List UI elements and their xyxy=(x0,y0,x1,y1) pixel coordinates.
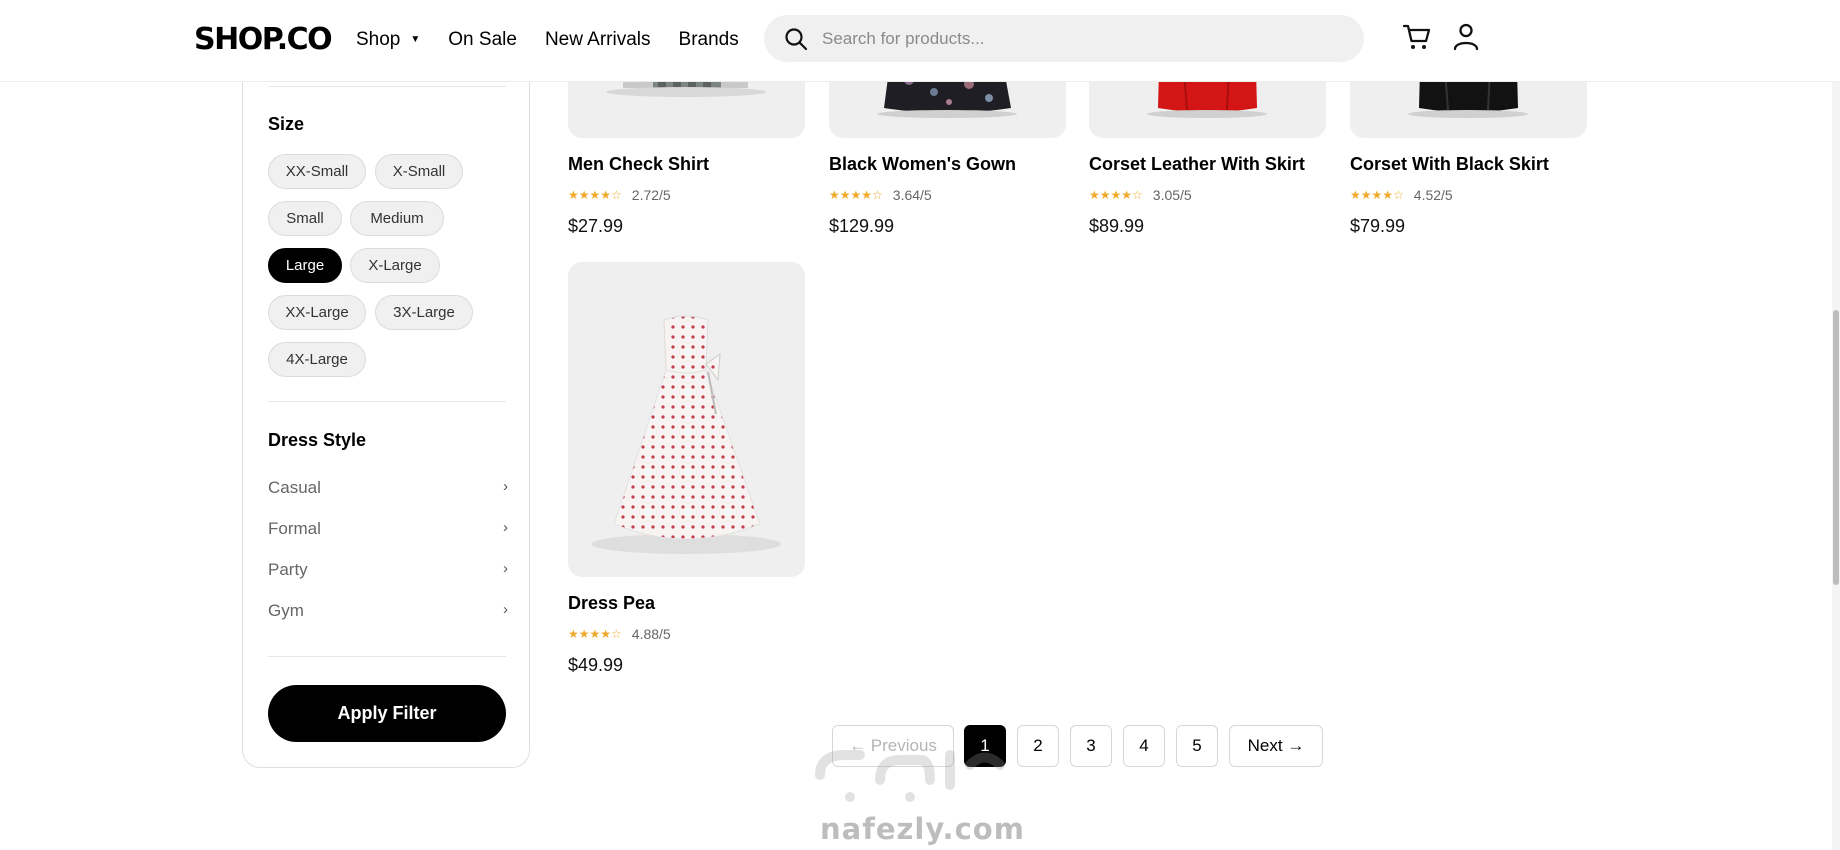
nav-shop-label: Shop xyxy=(356,29,401,50)
size-chip-x-small[interactable]: X-Small xyxy=(375,154,463,189)
size-chip-3x-large[interactable]: 3X-Large xyxy=(375,295,473,330)
divider xyxy=(268,656,506,657)
pagination-page-3[interactable]: 3 xyxy=(1070,725,1112,767)
search-icon xyxy=(785,27,808,50)
chevron-right-icon: › xyxy=(503,478,508,495)
size-chip-small[interactable]: Small xyxy=(268,201,342,236)
dress-style-party[interactable]: Party › xyxy=(268,560,508,580)
dress-style-formal[interactable]: Formal › xyxy=(268,519,508,539)
size-section-title: Size xyxy=(268,114,305,134)
product-name[interactable]: Men Check Shirt xyxy=(568,154,709,175)
pagination-next-button[interactable]: Next → xyxy=(1229,725,1323,767)
size-chip-x-large[interactable]: X-Large xyxy=(350,248,440,283)
product-name[interactable]: Corset With Black Skirt xyxy=(1350,154,1549,175)
logo[interactable]: SHOP.CO xyxy=(194,22,333,58)
product-rating: ★★★★☆ 3.05/5 xyxy=(1089,187,1192,203)
rating-value: 3.64/5 xyxy=(892,187,932,203)
star-rating-icon: ★★★★☆ xyxy=(829,188,883,202)
dress-style-casual[interactable]: Casual › xyxy=(268,478,508,498)
cart-icon[interactable] xyxy=(1402,22,1432,52)
product-price: $49.99 xyxy=(568,655,624,675)
apply-filter-button[interactable]: Apply Filter xyxy=(268,685,506,742)
product-image-dress-pea[interactable] xyxy=(568,262,805,577)
product-rating: ★★★★☆ 4.52/5 xyxy=(1350,187,1453,203)
size-chip-xx-large[interactable]: XX-Large xyxy=(268,295,366,330)
product-rating: ★★★★☆ 2.72/5 xyxy=(568,187,671,203)
pagination-page-4[interactable]: 4 xyxy=(1123,725,1165,767)
rating-value: 4.52/5 xyxy=(1413,187,1453,203)
product-rating: ★★★★☆ 4.88/5 xyxy=(568,626,671,642)
divider xyxy=(268,86,506,87)
pagination-page-2[interactable]: 2 xyxy=(1017,725,1059,767)
star-rating-icon: ★★★★☆ xyxy=(568,188,622,202)
chevron-right-icon: › xyxy=(503,601,508,618)
caret-down-icon: ▼ xyxy=(410,34,421,45)
rating-value: 2.72/5 xyxy=(631,187,671,203)
nav-new-arrivals-label: New Arrivals xyxy=(544,29,651,50)
nav-new-arrivals[interactable]: New Arrivals xyxy=(545,28,651,52)
watermark-text: nafezly.com xyxy=(820,812,1025,846)
main-nav: Shop ▼ On Sale New Arrivals Brands xyxy=(356,28,767,52)
star-rating-icon: ★★★★☆ xyxy=(1089,188,1143,202)
pagination-page-5[interactable]: 5 xyxy=(1176,725,1218,767)
dress-style-label: Gym xyxy=(268,601,304,620)
dress-style-label: Party xyxy=(268,560,308,579)
page-scrollbar-thumb[interactable] xyxy=(1833,310,1839,585)
dress-style-label: Formal xyxy=(268,519,321,538)
product-price: $89.99 xyxy=(1089,216,1145,236)
chevron-right-icon: › xyxy=(503,519,508,536)
nav-brands[interactable]: Brands xyxy=(679,28,739,52)
size-chip-medium[interactable]: Medium xyxy=(350,201,444,236)
pagination-page-1[interactable]: 1 xyxy=(964,725,1006,767)
user-account-icon[interactable] xyxy=(1452,22,1480,52)
product-price: $79.99 xyxy=(1350,216,1406,236)
dress-style-label: Casual xyxy=(268,478,321,497)
size-chip-4x-large[interactable]: 4X-Large xyxy=(268,342,366,377)
dress-style-title: Dress Style xyxy=(268,430,367,450)
filter-sidebar: Size XX-Small X-Small Small Medium Large… xyxy=(242,60,530,768)
product-name[interactable]: Dress Pea xyxy=(568,593,655,614)
product-price: $27.99 xyxy=(568,216,624,236)
nav-shop[interactable]: Shop ▼ xyxy=(356,28,420,52)
top-header: SHOP.CO Shop ▼ On Sale New Arrivals Bran… xyxy=(0,0,1840,82)
search-bar xyxy=(764,15,1364,62)
divider xyxy=(268,401,506,402)
product-name[interactable]: Corset Leather With Skirt xyxy=(1089,154,1305,175)
search-input[interactable] xyxy=(822,28,1322,49)
rating-value: 4.88/5 xyxy=(631,626,671,642)
star-rating-icon: ★★★★☆ xyxy=(1350,188,1404,202)
chevron-right-icon: › xyxy=(503,560,508,577)
nav-on-sale[interactable]: On Sale xyxy=(448,28,517,52)
product-rating: ★★★★☆ 3.64/5 xyxy=(829,187,932,203)
pagination-previous-button[interactable]: ← Previous xyxy=(832,725,954,767)
nav-on-sale-label: On Sale xyxy=(448,29,517,50)
dress-style-gym[interactable]: Gym › xyxy=(268,601,508,621)
size-chip-xx-small[interactable]: XX-Small xyxy=(268,154,366,189)
product-name[interactable]: Black Women's Gown xyxy=(829,154,1016,175)
polka-dress-image xyxy=(591,315,781,554)
nav-brands-label: Brands xyxy=(678,29,739,50)
product-price: $129.99 xyxy=(829,216,895,236)
rating-value: 3.05/5 xyxy=(1152,187,1192,203)
star-rating-icon: ★★★★☆ xyxy=(568,627,622,641)
size-chip-large-selected[interactable]: Large xyxy=(268,248,342,283)
